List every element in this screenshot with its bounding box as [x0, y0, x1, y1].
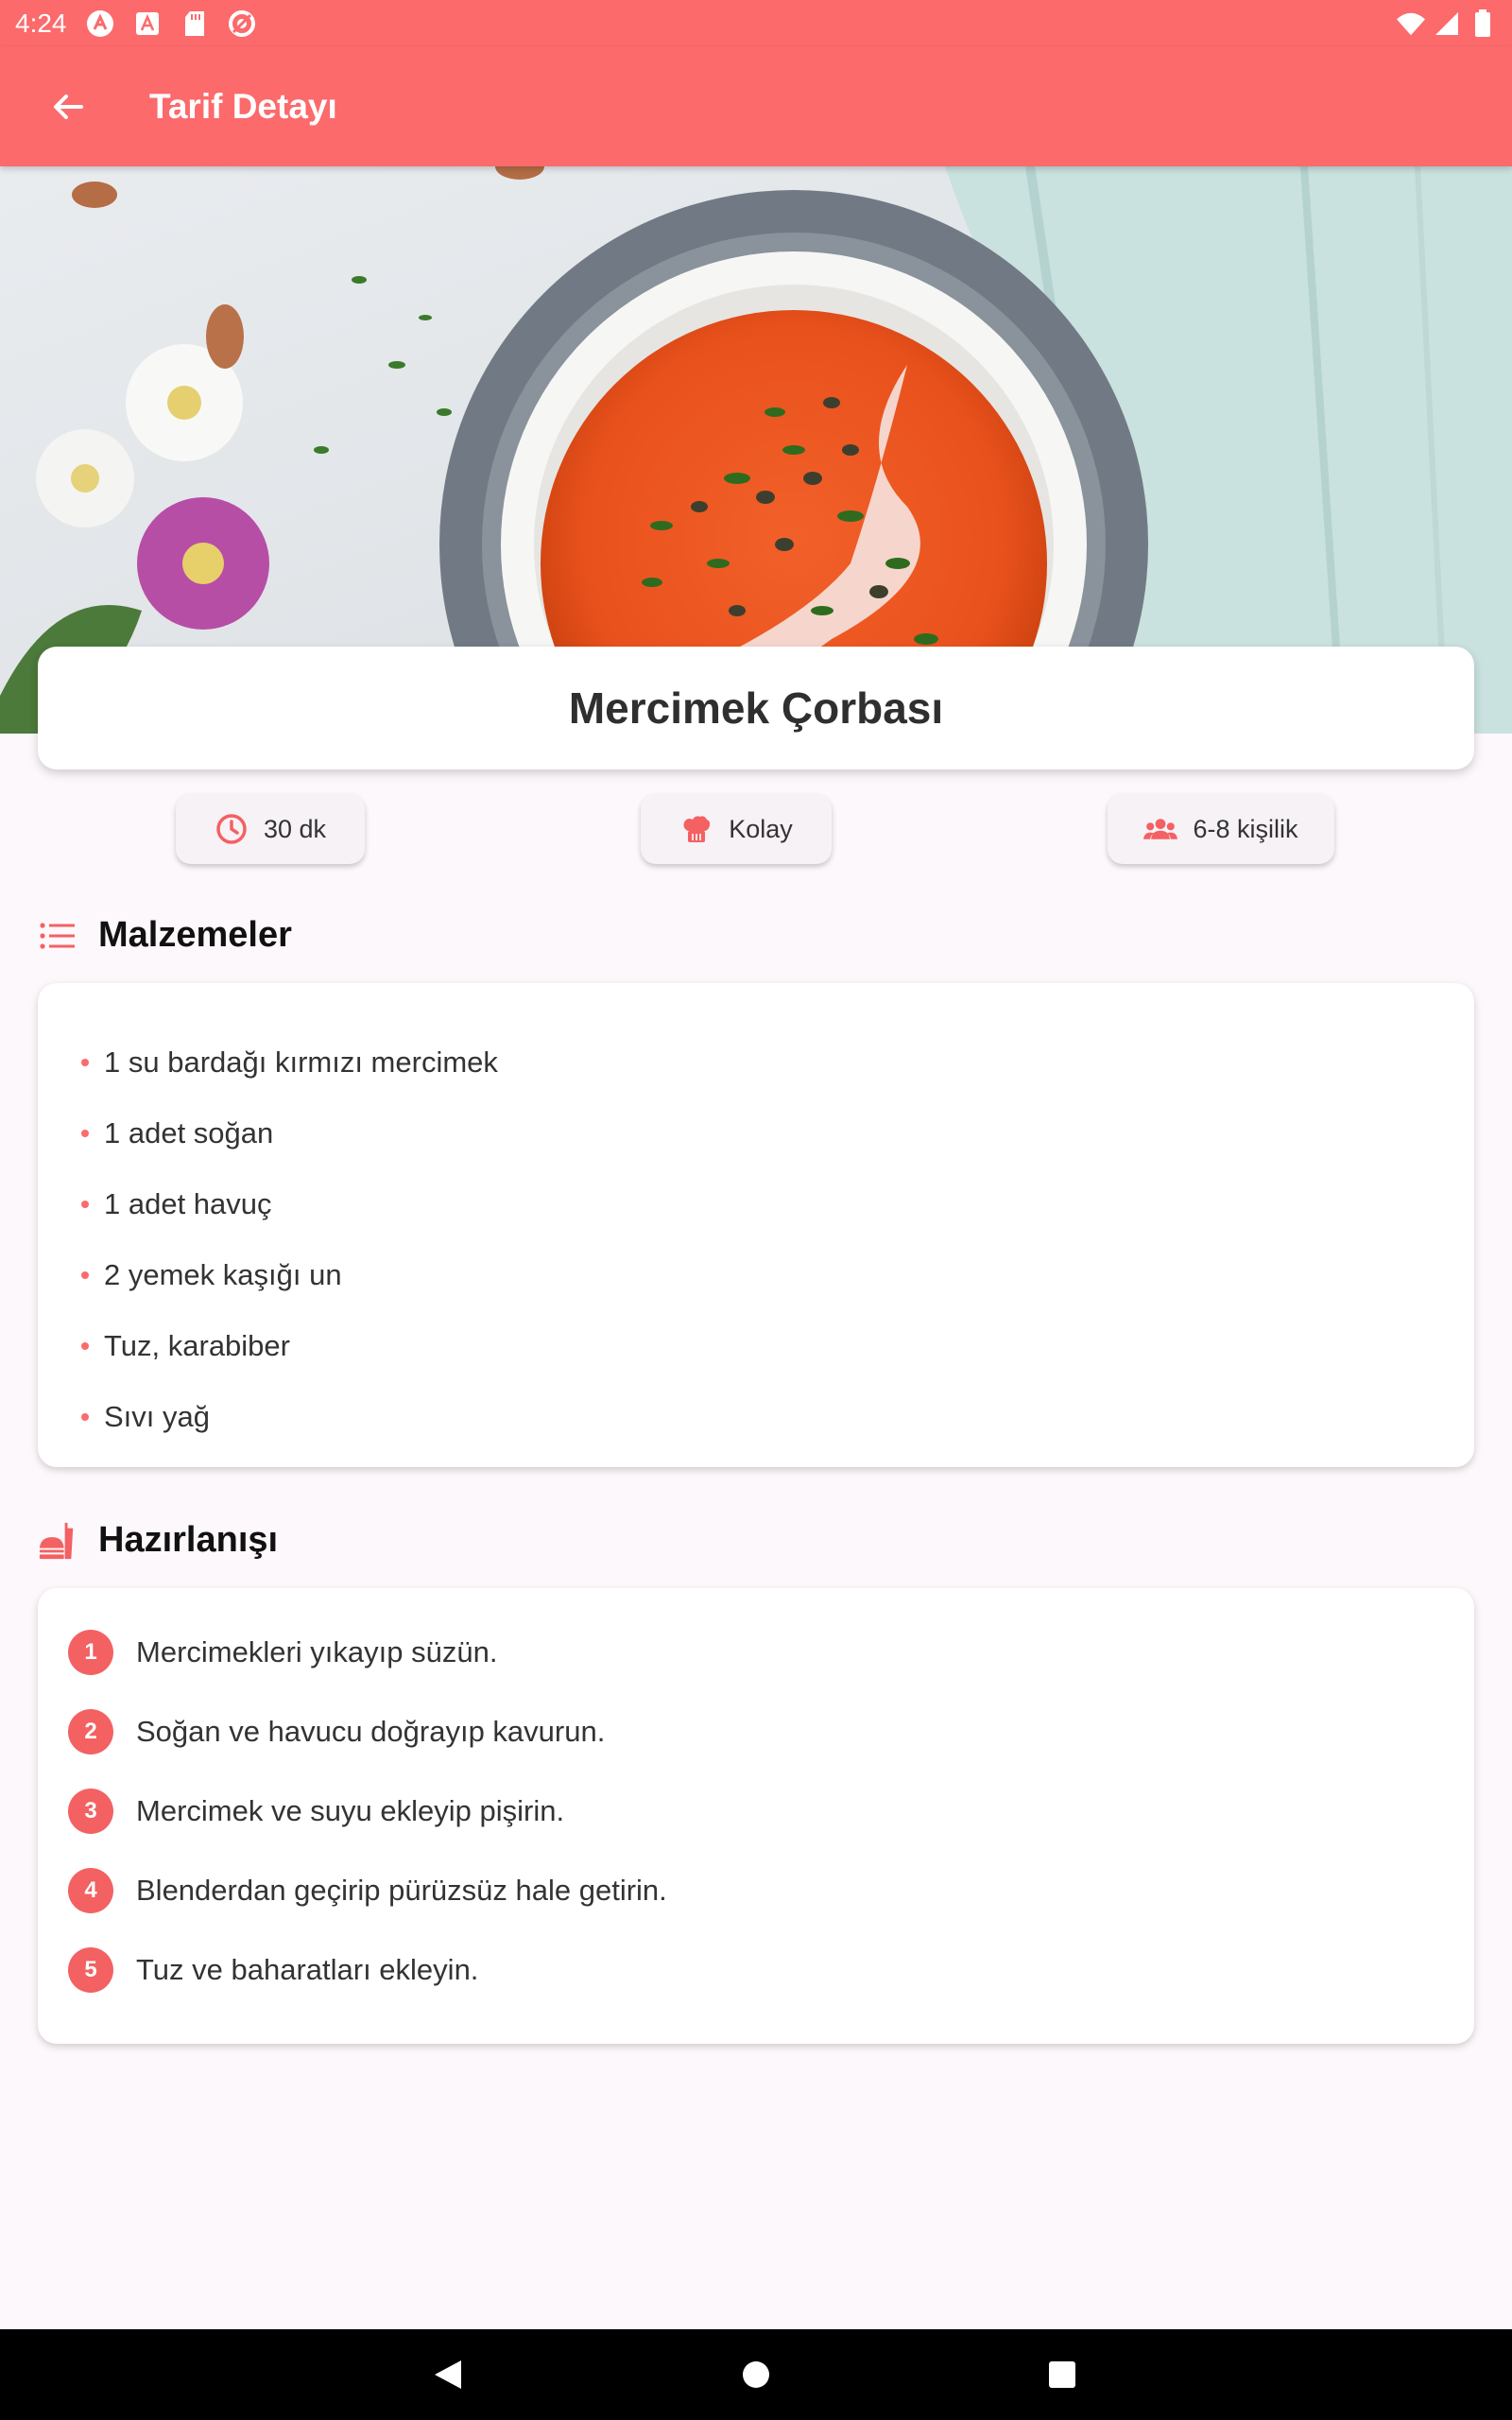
- system-nav-bar: [0, 2329, 1512, 2420]
- ingredients-list: 1 su bardağı kırmızı mercimek 1 adet soğa…: [38, 983, 1474, 1452]
- step-item: 1 Mercimekleri yıkayıp süzün.: [68, 1613, 1474, 1692]
- ingredient-item: Tuz, karabiber: [81, 1310, 1474, 1381]
- difficulty-chip: Kolay: [641, 794, 832, 864]
- ingredient-item: 1 adet havuç: [81, 1168, 1474, 1239]
- ingredient-text: Tuz, karabiber: [104, 1328, 290, 1362]
- ingredient-item: 2 yemek kaşığı un: [81, 1239, 1474, 1310]
- ingredient-text: 1 adet havuç: [104, 1186, 272, 1220]
- sync-icon: [228, 9, 256, 38]
- nav-home-button[interactable]: [728, 2346, 784, 2403]
- triangle-back-icon: [435, 2360, 461, 2389]
- recipe-title-card: Mercimek Çorbası: [38, 647, 1474, 769]
- status-time: 4:24: [15, 9, 67, 38]
- ingredient-text: Sıvı yağ: [104, 1399, 210, 1433]
- ingredient-item: 1 adet soğan: [81, 1098, 1474, 1168]
- nav-back-button[interactable]: [420, 2346, 476, 2403]
- step-number-badge: 2: [68, 1709, 113, 1754]
- step-text: Blenderdan geçirip pürüzsüz hale getirin…: [136, 1874, 667, 1907]
- chef-hat-icon: [679, 812, 713, 846]
- ingredient-item: Sıvı yağ: [81, 1381, 1474, 1452]
- bullet-dot: [81, 1270, 89, 1279]
- step-text: Soğan ve havucu doğrayıp kavurun.: [136, 1715, 606, 1748]
- signal-icon: [1433, 9, 1461, 38]
- step-text: Mercimekleri yıkayıp süzün.: [136, 1635, 498, 1668]
- steps-header: Hazırlanışı: [38, 1520, 278, 1561]
- time-chip: 30 dk: [176, 794, 365, 864]
- square-recents-icon: [1049, 2361, 1075, 2388]
- recipe-title: Mercimek Çorbası: [568, 683, 944, 733]
- status-bar: 4:24: [0, 0, 1512, 47]
- wifi-icon: [1397, 9, 1425, 38]
- step-number-badge: 3: [68, 1789, 113, 1834]
- step-item: 5 Tuz ve baharatları ekleyin.: [68, 1930, 1474, 2010]
- arrow-back-icon: [54, 95, 83, 119]
- step-number-badge: 1: [68, 1630, 113, 1675]
- battery-icon: [1469, 9, 1497, 38]
- ingredient-text: 1 adet soğan: [104, 1115, 274, 1150]
- notification-a-icon: [86, 9, 114, 38]
- step-number-badge: 4: [68, 1868, 113, 1913]
- ingredients-title: Malzemeler: [98, 915, 292, 955]
- bullet-dot: [81, 1412, 89, 1421]
- ingredients-header: Malzemeler: [38, 915, 292, 956]
- bullet-dot: [81, 1200, 89, 1208]
- nav-recents-button[interactable]: [1034, 2346, 1091, 2403]
- difficulty-label: Kolay: [729, 814, 793, 843]
- servings-chip: 6-8 kişilik: [1108, 794, 1334, 864]
- steps-card: 1 Mercimekleri yıkayıp süzün. 2 Soğan ve ha…: [38, 1588, 1474, 2044]
- step-item: 4 Blenderdan geçirip pürüzsüz hale getiri…: [68, 1851, 1474, 1930]
- step-text: Tuz ve baharatları ekleyin.: [136, 1953, 479, 1986]
- bullet-dot: [81, 1129, 89, 1137]
- time-label: 30 dk: [263, 814, 327, 843]
- circle-home-icon: [743, 2361, 769, 2388]
- steps-title: Hazırlanışı: [98, 1520, 279, 1560]
- font-a-icon: [133, 9, 162, 38]
- back-button[interactable]: [38, 77, 98, 137]
- ingredient-text: 1 su bardağı kırmızı mercimek: [104, 1045, 498, 1079]
- people-icon: [1143, 812, 1178, 846]
- fastfood-icon: [38, 1521, 77, 1561]
- step-item: 2 Soğan ve havucu doğrayıp kavurun.: [68, 1692, 1474, 1772]
- step-number-badge: 5: [68, 1947, 113, 1993]
- page-title: Tarif Detayı: [149, 87, 337, 126]
- ingredients-card: 1 su bardağı kırmızı mercimek 1 adet soğa…: [38, 983, 1474, 1467]
- step-item: 3 Mercimek ve suyu ekleyip pişirin.: [68, 1772, 1474, 1851]
- clock-icon: [215, 812, 249, 846]
- servings-label: 6-8 kişilik: [1193, 814, 1298, 843]
- step-text: Mercimek ve suyu ekleyip pişirin.: [136, 1794, 565, 1827]
- steps-list: 1 Mercimekleri yıkayıp süzün. 2 Soğan ve ha…: [38, 1588, 1474, 2010]
- ingredient-item: 1 su bardağı kırmızı mercimek: [81, 1027, 1474, 1098]
- ingredient-text: 2 yemek kaşığı un: [104, 1257, 342, 1291]
- app-bar: Tarif Detayı: [0, 47, 1512, 166]
- list-icon: [38, 916, 77, 956]
- bullet-dot: [81, 1341, 89, 1350]
- sd-card-icon: [180, 9, 209, 38]
- bullet-dot: [81, 1058, 89, 1066]
